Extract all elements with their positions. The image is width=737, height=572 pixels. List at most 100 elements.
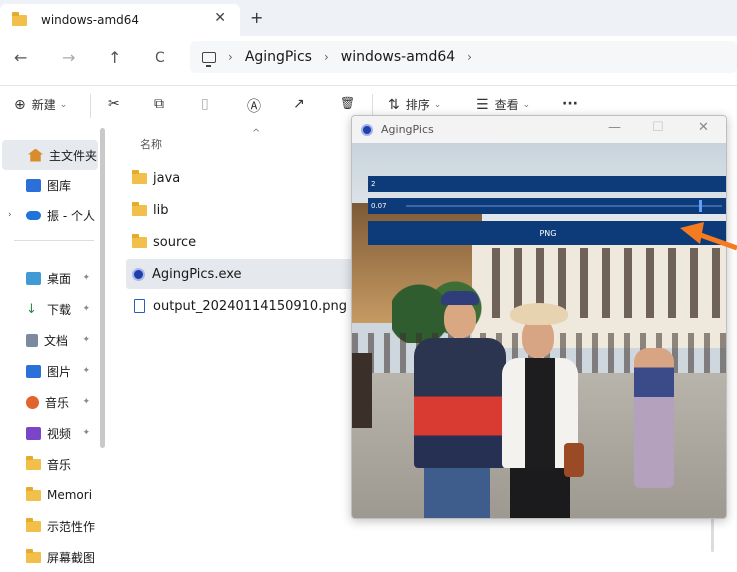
sidebar-scrollbar[interactable] <box>100 128 105 448</box>
up-icon[interactable]: ↑ <box>108 48 121 67</box>
cloud-icon <box>26 210 41 220</box>
home-icon <box>28 148 43 162</box>
sidebar-item-music[interactable]: 音乐 ✦ <box>0 387 100 417</box>
sidebar-item-home[interactable]: 主文件夹 <box>2 140 98 170</box>
folder-icon <box>26 486 41 501</box>
photo-person <box>444 300 476 338</box>
sidebar-item-demo[interactable]: 示范性作 <box>0 511 100 541</box>
music-icon <box>26 395 39 409</box>
sidebar-item-screenshots[interactable]: 屏幕截图 <box>0 542 100 572</box>
app-titlebar[interactable]: AgingPics — ☐ ✕ <box>352 116 726 143</box>
format-select[interactable]: PNG <box>368 221 726 245</box>
new-tab-button[interactable]: + <box>250 8 263 27</box>
format-value: PNG <box>539 228 557 238</box>
tab-windows-amd64[interactable]: windows-amd64 ✕ <box>0 4 240 36</box>
sidebar-item-downloads[interactable]: ↓ 下载 ✦ <box>0 294 100 324</box>
chevron-right-icon: › <box>323 50 329 64</box>
sort-button[interactable]: ⇅ 排序 ⌄ <box>388 96 441 113</box>
sidebar-item-documents[interactable]: 文档 ✦ <box>0 325 100 355</box>
photo-person <box>510 303 568 325</box>
gallery-icon <box>26 178 41 192</box>
sort-indicator-icon: ^ <box>252 128 261 139</box>
document-icon <box>26 333 38 347</box>
age-input-field[interactable]: 2 <box>368 176 726 192</box>
sidebar-item-memori[interactable]: Memori <box>0 480 100 510</box>
address-bar[interactable]: › AgingPics › windows-amd64 › <box>190 41 737 73</box>
back-icon[interactable]: ← <box>14 48 27 67</box>
video-icon <box>26 426 41 440</box>
share-icon[interactable]: ↗ <box>293 96 305 112</box>
sidebar-item-label: 下载 <box>47 302 72 317</box>
rename-icon[interactable]: Ⓐ <box>247 96 261 116</box>
navigation-pane: 主文件夹 图库 › 振 - 个人 桌面 ✦ ↓ 下载 ✦ 文档 ✦ 图片 ✦ 音… <box>0 128 100 572</box>
sidebar-item-pictures[interactable]: 图片 ✦ <box>0 356 100 386</box>
photo-person <box>414 338 506 468</box>
pin-icon: ✦ <box>82 397 90 407</box>
file-row-lib[interactable]: lib <box>126 195 366 225</box>
view-icon: ☰ <box>476 96 489 113</box>
view-label: 查看 <box>494 98 519 112</box>
refresh-icon[interactable]: C <box>155 50 165 66</box>
sidebar-item-music-folder[interactable]: 音乐 <box>0 449 100 479</box>
sort-label: 排序 <box>405 98 430 112</box>
photo-person <box>564 443 584 477</box>
column-header-name[interactable]: 名称 <box>140 136 162 152</box>
sidebar-item-label: 音乐 <box>47 457 72 472</box>
agingpics-window: AgingPics — ☐ ✕ 2 0.07 PNG <box>351 115 727 519</box>
chevron-down-icon: ⌄ <box>59 99 68 110</box>
file-name: lib <box>153 202 169 218</box>
maximize-icon[interactable]: ☐ <box>652 120 664 135</box>
sidebar-item-onedrive[interactable]: 振 - 个人 <box>0 200 100 230</box>
copy-icon[interactable]: ⧉ <box>154 96 164 112</box>
tab-bar: windows-amd64 ✕ + <box>0 0 737 36</box>
photo-person <box>352 353 372 428</box>
agingpics-logo-icon <box>361 123 373 136</box>
sidebar-item-desktop[interactable]: 桌面 ✦ <box>0 263 100 293</box>
view-button[interactable]: ☰ 查看 ⌄ <box>476 96 530 113</box>
slider-track <box>406 205 722 207</box>
this-pc-icon <box>202 51 216 67</box>
new-button[interactable]: ⊕ 新建 ⌄ <box>14 96 67 113</box>
sidebar-item-gallery[interactable]: 图库 <box>0 170 100 200</box>
folder-icon <box>132 169 147 184</box>
minimize-icon[interactable]: — <box>608 120 621 135</box>
sidebar-item-label: 屏幕截图 <box>47 550 96 565</box>
sidebar-item-label: 文档 <box>44 333 69 348</box>
slider-thumb[interactable] <box>698 200 702 212</box>
sidebar-item-label: Memori <box>47 488 93 502</box>
delete-icon[interactable]: 🗑 <box>340 96 355 110</box>
sidebar-item-label: 振 - 个人 <box>47 208 95 223</box>
more-options-icon[interactable]: ··· <box>562 96 578 112</box>
file-name: source <box>153 234 197 250</box>
photo-preview: 2 0.07 PNG <box>352 143 726 518</box>
sidebar-item-videos[interactable]: 视频 ✦ <box>0 418 100 448</box>
chevron-down-icon: ⌄ <box>522 99 531 110</box>
navigation-bar: ← → ↑ C › AgingPics › windows-amd64 › <box>0 36 737 80</box>
pin-icon: ✦ <box>82 304 90 314</box>
pin-icon: ✦ <box>82 428 90 438</box>
photo-person <box>634 348 674 488</box>
forward-icon[interactable]: → <box>62 48 75 67</box>
folder-icon <box>132 233 147 248</box>
breadcrumb-windows-amd64[interactable]: windows-amd64 <box>341 49 455 65</box>
file-row-source[interactable]: source <box>126 227 366 257</box>
file-row-output-png[interactable]: output_20240114150910.png <box>126 291 366 321</box>
cut-icon[interactable]: ✂ <box>108 96 120 112</box>
new-label: 新建 <box>31 98 56 112</box>
plus-circle-icon: ⊕ <box>14 96 26 113</box>
sidebar-item-label: 图片 <box>47 364 72 379</box>
paste-icon[interactable]: ▯ <box>201 96 209 112</box>
pin-icon: ✦ <box>82 366 90 376</box>
strength-slider[interactable]: 0.07 <box>368 198 726 214</box>
sidebar-item-label: 示范性作 <box>47 519 96 534</box>
folder-icon <box>26 455 41 470</box>
close-tab-icon[interactable]: ✕ <box>214 10 226 26</box>
file-row-java[interactable]: java <box>126 163 366 193</box>
app-exe-icon <box>132 267 145 281</box>
close-icon[interactable]: ✕ <box>698 120 709 135</box>
strength-value: 0.07 <box>371 202 387 210</box>
app-title: AgingPics <box>381 123 434 136</box>
sidebar-item-label: 图库 <box>47 178 72 193</box>
breadcrumb-agingpics[interactable]: AgingPics <box>245 49 312 65</box>
photo-person <box>510 463 570 518</box>
